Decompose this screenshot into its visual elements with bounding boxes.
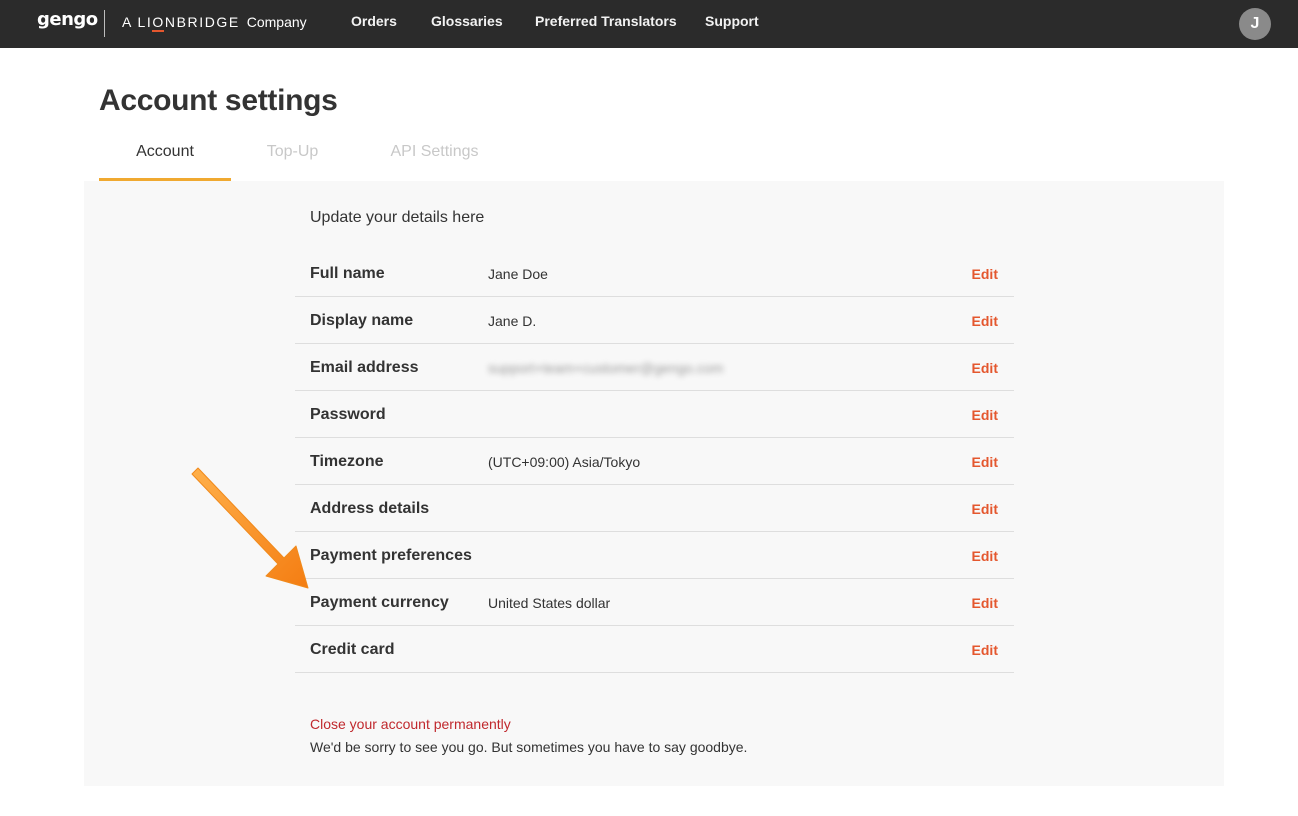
nav-preferred-translators[interactable]: Preferred Translators	[535, 13, 677, 29]
company-suffix: Company	[246, 14, 307, 30]
row-value: Jane Doe	[488, 266, 548, 282]
page-title: Account settings	[99, 84, 338, 117]
gengo-logo[interactable]: gengo	[37, 9, 98, 30]
edit-payment-currency-button[interactable]: Edit	[972, 595, 998, 611]
nav-support[interactable]: Support	[705, 13, 759, 29]
row-label: Full name	[310, 265, 385, 282]
logo-divider	[104, 10, 105, 37]
edit-timezone-button[interactable]: Edit	[972, 454, 998, 470]
lionbridge-part-2: O	[152, 14, 165, 30]
company-prefix: A	[122, 14, 131, 30]
row-label: Address details	[310, 500, 430, 517]
row-label: Timezone	[310, 453, 384, 470]
edit-address-button[interactable]: Edit	[972, 501, 998, 517]
account-details-list: Full name Jane Doe Edit Display name Jan…	[295, 250, 1014, 673]
row-timezone: Timezone (UTC+09:00) Asia/Tokyo Edit	[295, 438, 1014, 485]
row-value: Jane D.	[488, 313, 537, 329]
orange-arrow-icon	[191, 467, 309, 589]
edit-credit-card-button[interactable]: Edit	[972, 642, 998, 658]
close-account-note: We'd be sorry to see you go. But sometim…	[310, 739, 748, 755]
row-label: Display name	[310, 312, 414, 329]
row-email-address: Email address support+team+customer@geng…	[295, 344, 1014, 391]
row-display-name: Display name Jane D. Edit	[295, 297, 1014, 344]
row-label: Payment preferences	[310, 547, 472, 564]
lionbridge-company-label: A LIONBRIDGE Company	[122, 14, 307, 30]
row-payment-currency: Payment currency United States dollar Ed…	[295, 579, 1014, 626]
edit-display-name-button[interactable]: Edit	[972, 313, 998, 329]
row-label: Payment currency	[310, 594, 449, 611]
row-payment-preferences: Payment preferences Edit	[295, 532, 1014, 579]
user-avatar[interactable]: J	[1239, 8, 1271, 40]
tab-account[interactable]: Account	[99, 130, 231, 181]
tab-api-settings[interactable]: API Settings	[378, 130, 491, 181]
row-full-name: Full name Jane Doe Edit	[295, 250, 1014, 297]
row-value: United States dollar	[488, 595, 611, 611]
nav-glossaries[interactable]: Glossaries	[431, 13, 503, 29]
row-label: Password	[310, 406, 386, 423]
row-value: (UTC+09:00) Asia/Tokyo	[488, 454, 641, 470]
row-label: Credit card	[310, 641, 395, 658]
close-account-link[interactable]: Close your account permanently	[310, 716, 511, 732]
top-navigation-bar: gengo A LIONBRIDGE Company Orders Glossa…	[0, 0, 1298, 48]
row-label: Email address	[310, 359, 419, 376]
lionbridge-part-3: NBRIDGE	[164, 14, 240, 30]
edit-email-button[interactable]: Edit	[972, 360, 998, 376]
row-value-redacted: support+team+customer@gengo.com	[488, 360, 724, 376]
row-password: Password Edit	[295, 391, 1014, 438]
intro-text: Update your details here	[310, 209, 485, 226]
row-address-details: Address details Edit	[295, 485, 1014, 532]
edit-password-button[interactable]: Edit	[972, 407, 998, 423]
tab-top-up[interactable]: Top-Up	[250, 130, 335, 181]
lionbridge-part-1: LI	[137, 14, 153, 30]
edit-full-name-button[interactable]: Edit	[972, 266, 998, 282]
row-credit-card: Credit card Edit	[295, 626, 1014, 673]
nav-orders[interactable]: Orders	[351, 13, 397, 29]
edit-payment-preferences-button[interactable]: Edit	[972, 548, 998, 564]
lionbridge-wordmark: LIONBRIDGE	[137, 14, 239, 30]
